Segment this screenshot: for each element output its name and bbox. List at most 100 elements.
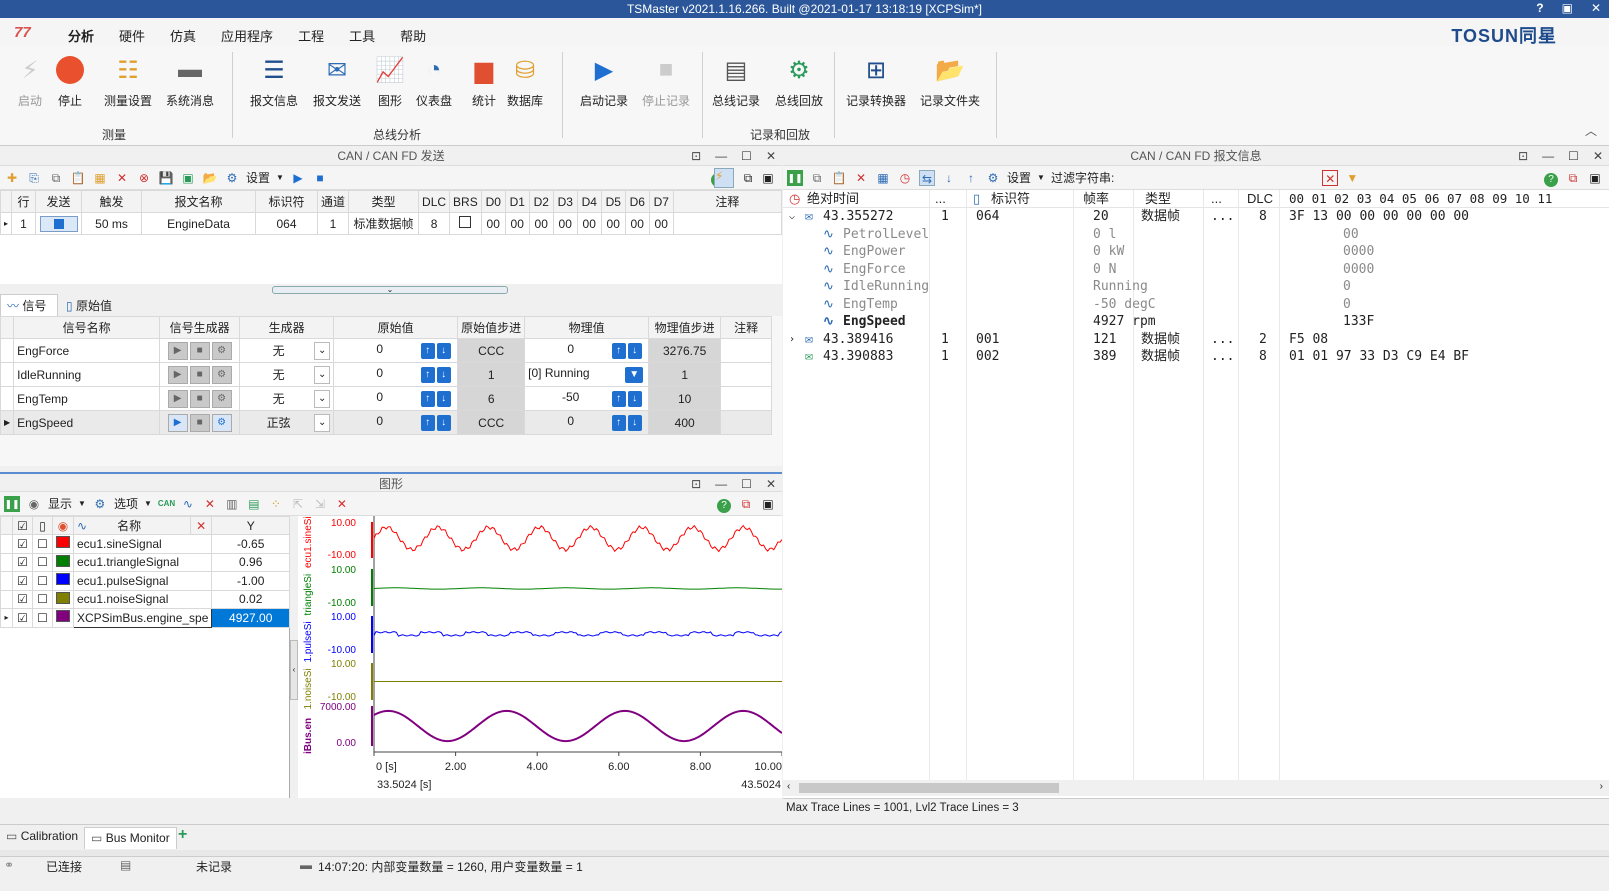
visible-checkbox[interactable]: ☑ (12, 552, 33, 572)
scroll-up-icon[interactable]: ↑ (963, 170, 979, 186)
dock-icon[interactable]: ▣ (760, 496, 776, 512)
table-row[interactable]: ▸ ☑ ☐ XCPSimBus.engine_spe 4927.00 (0, 608, 290, 628)
graph-button[interactable]: 📈 图形 (374, 54, 406, 109)
chevron-down-icon[interactable]: ▼ (1037, 173, 1045, 182)
help-icon[interactable]: ? (716, 496, 732, 513)
maximize-icon[interactable]: ☐ (1568, 146, 1579, 166)
send-toggle-button[interactable] (35, 212, 83, 235)
tab-calibration[interactable]: ▭ Calibration (6, 829, 78, 843)
trace-message-row[interactable]: ⌵ ✉ 43.355272 1 064 20 数据帧 ... 8 3F 13 0… (783, 208, 1609, 226)
gear-icon[interactable]: ⚙ (211, 413, 232, 432)
splitter-handle[interactable]: ⌄ (272, 286, 508, 294)
stop-icon[interactable]: ■ (312, 170, 328, 186)
pin-icon[interactable]: ⊡ (691, 474, 701, 494)
stop-icon[interactable]: ■ (189, 341, 210, 360)
arrow-up-icon[interactable]: ↑ (611, 391, 626, 407)
arrow-down-icon[interactable]: ↓ (436, 367, 451, 383)
database-button[interactable]: ⛁ 数据库 (507, 54, 543, 109)
chevron-down-icon[interactable]: ⌵ (789, 208, 795, 226)
trace-signal-row[interactable]: ∿ IdleRunning Running 0 (783, 278, 1609, 296)
play-icon[interactable]: ▶ (167, 365, 188, 384)
message-info-button[interactable]: ☰ 报文信息 (250, 54, 298, 109)
arrow-down-icon[interactable]: ↓ (627, 415, 642, 431)
arrow-up-icon[interactable]: ↑ (611, 415, 626, 431)
layout-icon[interactable]: ▤ (246, 496, 262, 512)
close-icon[interactable]: ✕ (1593, 146, 1603, 166)
clock-icon[interactable]: ◷ (897, 170, 913, 186)
tab-signals[interactable]: 〰 信号 (0, 294, 58, 316)
import-icon[interactable]: ⇲ (312, 496, 328, 512)
scroll-down-icon[interactable]: ↓ (941, 170, 957, 186)
stop-icon[interactable]: ■ (189, 413, 210, 432)
help-button[interactable]: ? (1536, 1, 1543, 15)
table-row[interactable]: ☑ ☐ ecu1.triangleSignal 0.96 (0, 552, 290, 572)
overwrite-mode-icon[interactable]: ⇆ (919, 169, 935, 186)
send-settings-button[interactable]: 设置 (246, 169, 270, 186)
pause-icon[interactable]: ❚❚ (4, 495, 20, 512)
measure-setup-button[interactable]: ☷ 测量设置 (104, 54, 152, 109)
dock-icon[interactable]: ▣ (760, 170, 776, 186)
float-window-icon[interactable]: ⧉ (740, 170, 756, 186)
clear-icon[interactable]: ✕ (334, 496, 350, 512)
can-icon[interactable]: CAN (158, 496, 175, 512)
help-icon[interactable]: ? (1543, 170, 1559, 187)
tab-bus-monitor[interactable]: ▭ Bus Monitor (84, 827, 177, 849)
minimize-icon[interactable]: — (715, 146, 727, 166)
trace-signal-row[interactable]: ∿ EngTemp -50 degC 0 (783, 296, 1609, 314)
table-row[interactable]: ☑ ☐ ecu1.noiseSignal 0.02 (0, 589, 290, 609)
chevron-down-icon[interactable]: ▼ (276, 173, 284, 182)
trace-settings-button[interactable]: 设置 (1007, 169, 1031, 186)
trace-message-row[interactable]: ✉ 43.390883 1 002 389 数据帧 ... 8 01 01 97… (783, 348, 1609, 366)
select-all-checkbox[interactable]: ☑ (12, 516, 33, 535)
axis-checkbox[interactable]: ☐ (32, 552, 53, 572)
arrow-up-icon[interactable]: ↑ (420, 367, 435, 383)
save-as-icon[interactable]: ▣ (180, 170, 196, 186)
brs-checkbox[interactable] (449, 212, 482, 235)
dropdown-arrow-icon[interactable]: ▼ (625, 367, 644, 383)
copy-icon[interactable]: ⧉ (48, 170, 64, 186)
clear-icon[interactable]: ✕ (853, 170, 869, 186)
paste-icon[interactable]: 📋 (70, 170, 86, 186)
minimize-icon[interactable]: — (715, 474, 727, 494)
arrow-up-icon[interactable]: ↑ (420, 415, 435, 431)
arrow-down-icon[interactable]: ↓ (436, 415, 451, 431)
arrow-down-icon[interactable]: ↓ (627, 343, 642, 359)
message-send-button[interactable]: ✉ 报文发送 (313, 54, 361, 109)
clipboard-icon[interactable]: ▦ (92, 170, 108, 186)
table-row[interactable]: ▶ EngSpeed ▶ ■ ⚙ 正弦 ⌄ 0 ↑ ↓ CCC 0 ↑ ↓ 400 (0, 410, 772, 435)
chevron-down-icon[interactable]: ⌄ (314, 389, 331, 408)
collapse-ribbon-icon[interactable]: ︿ (1585, 122, 1597, 139)
table-row[interactable]: ☑ ☐ ecu1.pulseSignal -1.00 (0, 571, 290, 591)
add-icon[interactable]: ✚ (4, 170, 20, 186)
pin-icon[interactable]: ⊡ (1518, 146, 1528, 166)
trace-message-row[interactable]: › ✉ 43.389416 1 001 121 数据帧 ... 2 F5 08 (783, 331, 1609, 349)
horizontal-scrollbar[interactable]: ‹ › (783, 780, 1609, 796)
settings-gear-icon[interactable]: ⚙ (224, 170, 240, 186)
gear-icon[interactable]: ⚙ (211, 341, 232, 360)
export-icon[interactable]: ⇱ (290, 496, 306, 512)
scrollbar-thumb[interactable] (799, 783, 1059, 793)
gear-icon[interactable]: ⚙ (985, 170, 1001, 186)
trace-signal-row[interactable]: ∿ PetrolLevel 0 l 00 (783, 226, 1609, 244)
restore-icon[interactable]: ▣ (1562, 1, 1573, 15)
split-icon[interactable]: ▥ (224, 496, 240, 512)
float-window-icon[interactable]: ⧉ (738, 496, 754, 512)
signal-chart[interactable]: 10.00 -10.00 ecu1.sineSig 10.00 -10.00 triang… (298, 511, 783, 798)
arrow-up-icon[interactable]: ↑ (420, 391, 435, 407)
system-message-button[interactable]: ▬ 系统消息 (166, 54, 214, 109)
chevron-down-icon[interactable]: ⌄ (314, 413, 331, 432)
table-row[interactable]: ▸ 1 50 ms EngineData 064 1 标准数据帧 8 00 00… (0, 212, 783, 235)
arrow-down-icon[interactable]: ↓ (436, 391, 451, 407)
play-icon[interactable]: ▶ (290, 170, 306, 186)
play-icon[interactable]: ▶ (167, 413, 188, 432)
filter-input[interactable] (1120, 168, 1317, 187)
table-row[interactable]: ☑ ☐ ecu1.sineSignal -0.65 (0, 534, 290, 554)
scroll-right-icon[interactable]: › (1600, 781, 1603, 792)
table-row[interactable]: IdleRunning ▶ ■ ⚙ 无 ⌄ 0 ↑ ↓ 1 [0] Running ▼ 1 (0, 362, 772, 387)
show-button[interactable]: 显示 (48, 495, 72, 512)
record-converter-button[interactable]: ⊞ 记录转换器 (846, 54, 906, 109)
chevron-down-icon[interactable]: ▼ (144, 499, 152, 508)
clear-filter-icon[interactable]: ✕ (1322, 169, 1339, 186)
add-tab-icon[interactable]: + (178, 826, 187, 844)
dots-icon[interactable]: ⁘ (268, 496, 284, 512)
